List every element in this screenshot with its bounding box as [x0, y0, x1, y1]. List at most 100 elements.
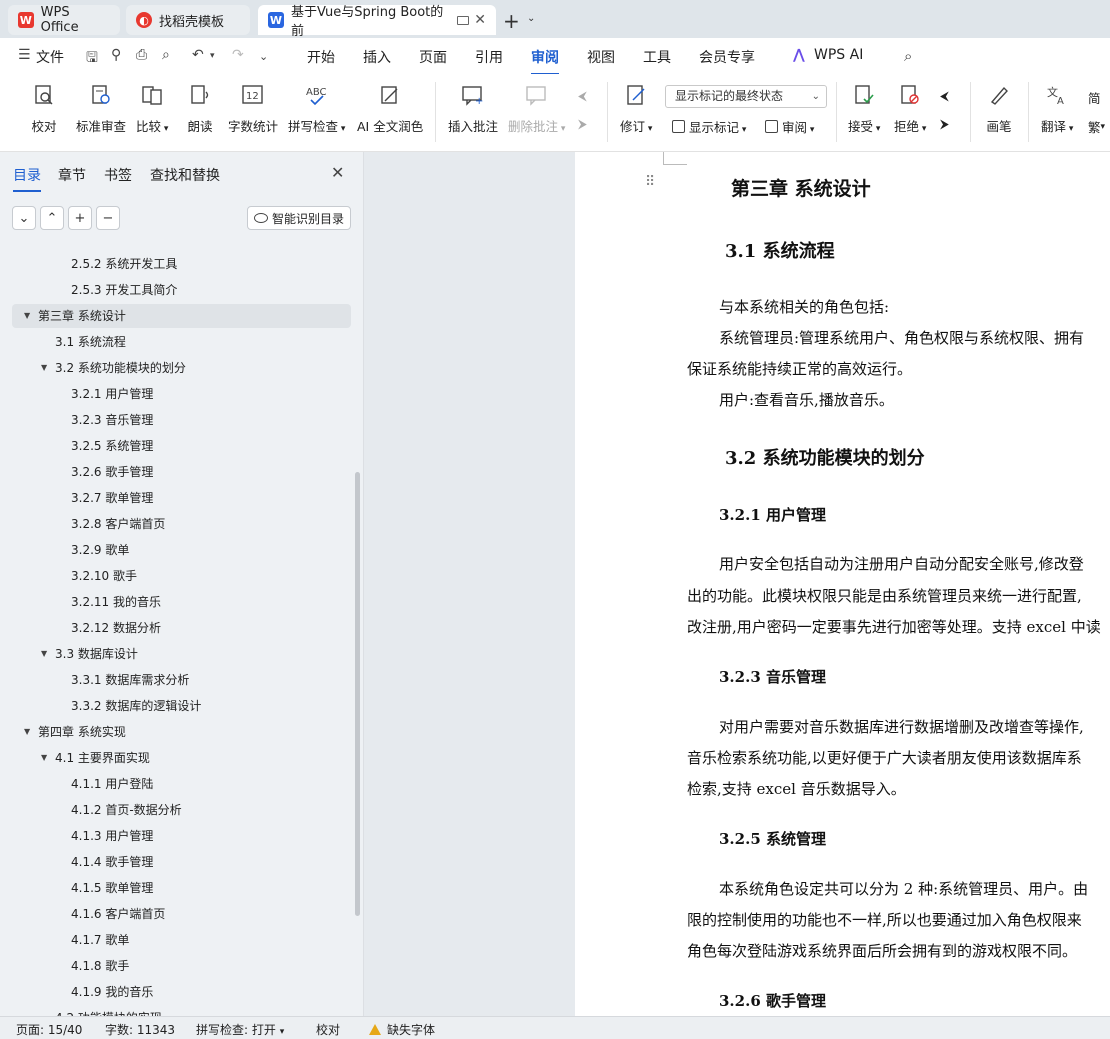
toc-item[interactable]: 2.5.3 开发工具简介 [0, 278, 352, 302]
smart-toc-button[interactable]: 智能识别目录 [247, 206, 351, 230]
tab-current-document[interactable]: W 基于Vue与Spring Boot的前 ✕ [258, 5, 496, 39]
menu-tools[interactable]: 工具 [643, 47, 671, 67]
proof-indicator[interactable]: 校对 [316, 1021, 340, 1038]
menu-wps-ai[interactable]: WPS AI [814, 47, 863, 63]
accept-button[interactable]: 接受 [848, 82, 880, 135]
drag-handle-icon[interactable]: ⠿ [645, 174, 655, 190]
toc-item[interactable]: 4.1.4 歌手管理 [0, 850, 352, 874]
new-tab-plus-icon[interactable]: + [503, 9, 520, 33]
previous-comment-icon[interactable]: ⮜ [578, 88, 587, 104]
toc-item[interactable]: 4.1.9 我的音乐 [0, 980, 352, 1004]
track-changes-button[interactable]: 修订 [620, 82, 652, 135]
menu-references[interactable]: 引用 [475, 47, 503, 67]
toc-item[interactable]: ▼ 3.3 数据库设计 [0, 642, 352, 666]
search-icon[interactable]: ⌕ [904, 47, 912, 65]
menu-insert[interactable]: 插入 [363, 47, 391, 67]
tab-toc[interactable]: 目录 [13, 165, 41, 192]
spell-check-button[interactable]: ABC 拼写检查 [288, 82, 345, 135]
tab-wps-office[interactable]: W WPS Office [8, 5, 120, 35]
toc-item[interactable]: 3.1 系统流程 [0, 330, 352, 354]
page-indicator[interactable]: 页面: 15/40 [16, 1021, 82, 1038]
toc-item[interactable]: 4.1.1 用户登陆 [0, 772, 352, 796]
print-icon[interactable]: ⎙ [136, 47, 147, 63]
chevron-down-icon[interactable]: ⌄ [259, 50, 268, 63]
toc-item[interactable]: 4.1.5 歌单管理 [0, 876, 352, 900]
toc-item[interactable]: 3.2.7 歌单管理 [0, 486, 352, 510]
redo-icon[interactable]: ↷ [232, 47, 244, 63]
tab-bookmarks[interactable]: 书签 [104, 165, 132, 185]
close-icon[interactable]: ✕ [474, 12, 486, 28]
toc-item[interactable]: 4.1.6 客户端首页 [0, 902, 352, 926]
remove-heading-button[interactable]: − [96, 206, 120, 230]
toc-item[interactable]: 2.5.2 系统开发工具 [0, 252, 352, 276]
markup-display-select[interactable]: 显示标记的最终状态 ⌄ [665, 85, 827, 108]
tab-sections[interactable]: 章节 [58, 165, 86, 185]
word-count-indicator[interactable]: 字数: 11343 [105, 1021, 175, 1038]
toc-item[interactable]: 4.1.8 歌手 [0, 954, 352, 978]
chevron-down-icon[interactable]: ⌄ [527, 13, 535, 24]
menu-page[interactable]: 页面 [419, 47, 447, 67]
add-heading-button[interactable]: + [68, 206, 92, 230]
toc-item[interactable]: 4.1.2 首页-数据分析 [0, 798, 352, 822]
expand-triangle-icon[interactable]: ▼ [41, 356, 47, 380]
toc-item[interactable]: 3.2.12 数据分析 [0, 616, 352, 640]
read-aloud-button[interactable]: 朗读 [187, 82, 213, 135]
expand-triangle-icon[interactable]: ▼ [41, 642, 47, 666]
insert-comment-button[interactable]: + 插入批注 [448, 82, 498, 135]
toc-item[interactable]: 3.3.1 数据库需求分析 [0, 668, 352, 692]
ai-polish-button[interactable]: AI 全文润色 [357, 82, 423, 135]
expand-triangle-icon[interactable]: ▼ [24, 304, 30, 328]
word-count-button[interactable]: 12 字数统计 [228, 82, 278, 135]
compare-button[interactable]: 比较 [136, 82, 168, 135]
pen-button[interactable]: 画笔 [986, 82, 1012, 135]
toc-item[interactable]: ▼ 4.1 主要界面实现 [0, 746, 352, 770]
toc-item[interactable]: 3.3.2 数据库的逻辑设计 [0, 694, 352, 718]
translate-button[interactable]: 文A 翻译 [1041, 82, 1073, 135]
tab-docer-templates[interactable]: ◐ 找稻壳模板 [126, 5, 250, 35]
toc-item[interactable]: ▼ 第三章 系统设计 [12, 304, 351, 328]
toc-scrollbar[interactable] [355, 472, 360, 916]
toc-item[interactable]: ▼ 3.2 系统功能模块的划分 [0, 356, 352, 380]
menu-home[interactable]: 开始 [307, 47, 335, 67]
save-icon[interactable]: 🖫 [86, 47, 98, 71]
simp-trad-convert-button[interactable]: 繁 [1088, 117, 1105, 136]
toc-item[interactable]: 4.2 功能模块的实现 [0, 1006, 352, 1016]
toc-item[interactable]: 3.2.8 客户端首页 [0, 512, 352, 536]
toc-item[interactable]: 3.2.6 歌手管理 [0, 460, 352, 484]
collapse-up-button[interactable]: ⌃ [40, 206, 64, 230]
delete-comment-button[interactable]: 删除批注 [508, 82, 565, 135]
expand-triangle-icon[interactable]: ▼ [24, 720, 30, 744]
document-page[interactable]: ⠿ 第三章 系统设计 3.1 系统流程 与本系统相关的角色包括: 系统管理员:管… [575, 152, 1110, 1016]
chevron-down-icon[interactable]: ▾ [210, 51, 215, 61]
undo-icon[interactable]: ↶ [192, 47, 204, 63]
simplified-glyph[interactable]: 简 [1088, 88, 1101, 107]
close-panel-icon[interactable]: ✕ [331, 163, 344, 182]
toc-item[interactable]: 3.2.3 音乐管理 [0, 408, 352, 432]
toc-item[interactable]: 3.2.9 歌单 [0, 538, 352, 562]
tab-find-replace[interactable]: 查找和替换 [150, 165, 220, 185]
review-pane-button[interactable]: 审阅 [765, 117, 814, 136]
menu-file[interactable]: 文件 [36, 47, 64, 67]
monitor-icon[interactable] [457, 15, 469, 25]
expand-triangle-icon[interactable]: ▼ [41, 746, 47, 770]
next-change-icon[interactable]: ⮞ [940, 116, 949, 132]
proofread-button[interactable]: 校对 [31, 82, 57, 135]
toc-item[interactable]: 3.2.10 歌手 [0, 564, 352, 588]
expand-down-button[interactable]: ⌄ [12, 206, 36, 230]
menu-member[interactable]: 会员专享 [699, 47, 755, 67]
reject-button[interactable]: 拒绝 [894, 82, 926, 135]
next-comment-icon[interactable]: ⮞ [578, 116, 587, 132]
hamburger-icon[interactable]: ☰ [18, 47, 31, 63]
show-markup-button[interactable]: 显示标记 [672, 117, 746, 136]
menu-review[interactable]: 审阅 [531, 47, 559, 75]
standard-review-button[interactable]: 标准审查 [76, 82, 126, 135]
toc-item[interactable]: 4.1.3 用户管理 [0, 824, 352, 848]
previous-change-icon[interactable]: ⮜ [940, 88, 949, 104]
toc-item[interactable]: 4.1.7 歌单 [0, 928, 352, 952]
toc-item[interactable]: 3.2.11 我的音乐 [0, 590, 352, 614]
menu-view[interactable]: 视图 [587, 47, 615, 67]
spell-check-indicator[interactable]: 拼写检查: 打开 ▾ [196, 1021, 284, 1038]
print-preview-icon[interactable]: ⌕ [162, 47, 170, 63]
toc-item[interactable]: ▼ 第四章 系统实现 [0, 720, 352, 744]
toc-item[interactable]: 3.2.1 用户管理 [0, 382, 352, 406]
